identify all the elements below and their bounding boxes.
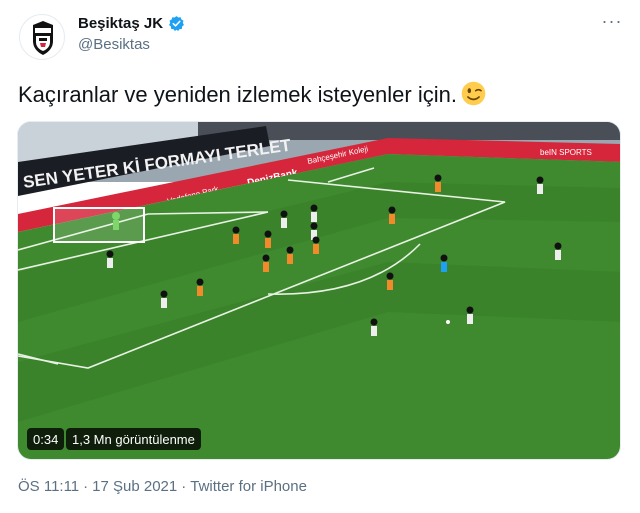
author-handle[interactable]: @Besiktas: [78, 36, 185, 53]
video-duration-badge: 0:34: [27, 428, 65, 450]
meta-separator: ·: [83, 478, 89, 495]
tweet-text-content: Kaçıranlar ve yeniden izlemek isteyenler…: [18, 82, 457, 107]
ad-board-text: beIN SPORTS: [540, 148, 592, 157]
tweet-date[interactable]: 17 Şub 2021: [92, 478, 177, 495]
more-options-icon[interactable]: ···: [598, 12, 626, 34]
tweet-meta: ÖS 11:11 · 17 Şub 2021 · Twitter for iPh…: [18, 478, 307, 495]
tweet-author: Beşiktaş JK @Besiktas: [78, 15, 185, 53]
ball: [446, 320, 450, 324]
tweet-source[interactable]: Twitter for iPhone: [190, 478, 307, 495]
tweet-card: Beşiktaş JK @Besiktas ··· Kaçıranlar ve …: [0, 0, 640, 513]
avatar[interactable]: [19, 14, 65, 60]
winking-face-icon: [461, 81, 486, 106]
tweet-time[interactable]: ÖS 11:11: [18, 478, 79, 495]
video-views-badge: 1,3 Mn görüntülenme: [66, 428, 201, 450]
meta-separator: ·: [181, 478, 187, 495]
tweet-text: Kaçıranlar ve yeniden izlemek isteyenler…: [18, 80, 618, 110]
video-player[interactable]: SEN YETER Kİ FORMAYI TERLET DenizBank Ba…: [17, 121, 621, 460]
video-frame: SEN YETER Kİ FORMAYI TERLET DenizBank Ba…: [18, 122, 620, 459]
verified-badge-icon: [169, 16, 184, 32]
author-name[interactable]: Beşiktaş JK: [78, 15, 163, 32]
besiktas-crest-icon: [33, 21, 53, 55]
